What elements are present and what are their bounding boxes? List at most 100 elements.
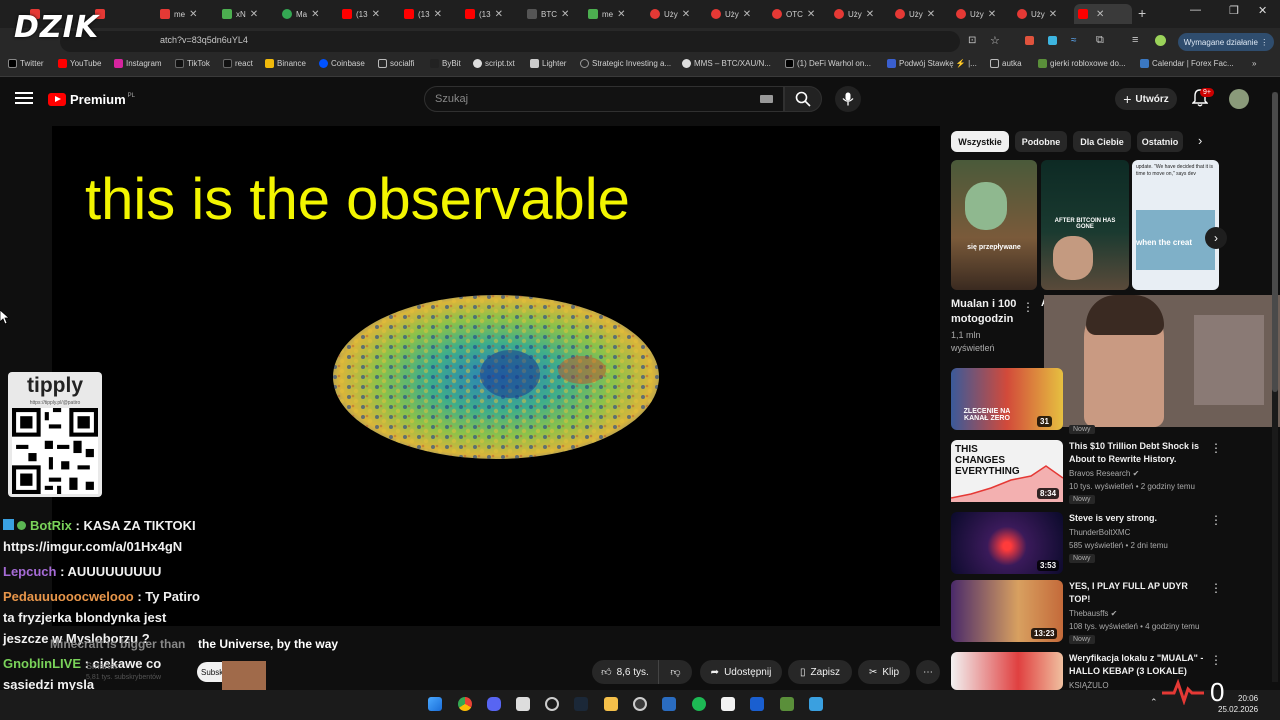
required-action-button[interactable]: Wymagane działanie ⋮: [1178, 33, 1274, 51]
windows-start-icon[interactable]: [428, 697, 442, 711]
account-avatar[interactable]: [1229, 89, 1249, 109]
bookmark-folder[interactable]: autka: [990, 59, 1022, 68]
chip-related[interactable]: Podobne: [1015, 131, 1067, 152]
tab-close-icon[interactable]: ✕: [495, 9, 503, 20]
short-title[interactable]: Mualan i 100 motogodzin: [951, 297, 1021, 327]
url-text[interactable]: atch?v=83q5dn6uYL4: [160, 35, 248, 45]
rec-title[interactable]: YES, I PLAY FULL AP UDYR TOP!: [1069, 580, 1205, 606]
page-scrollbar[interactable]: [1272, 92, 1278, 682]
bookmark-item[interactable]: ByBit: [430, 59, 461, 68]
dislike-button[interactable]: 👎︎: [658, 660, 692, 684]
tab-close-icon[interactable]: ✕: [1049, 9, 1057, 20]
browser-tab[interactable]: me ✕: [588, 4, 638, 24]
spotify-icon[interactable]: [692, 697, 706, 711]
chip-recent[interactable]: Ostatnio: [1137, 131, 1183, 152]
notepad-icon[interactable]: [809, 697, 823, 711]
scrollbar-thumb[interactable]: [1272, 92, 1278, 392]
bookmark-item[interactable]: TikTok: [175, 59, 210, 68]
discord-icon[interactable]: [487, 697, 501, 711]
short-thumbnail[interactable]: się przepływane: [951, 160, 1037, 290]
rec-channel[interactable]: ThunderBoltXMC: [1069, 528, 1130, 537]
rec-more-icon[interactable]: ⋮: [1210, 441, 1222, 455]
rec-thumbnail[interactable]: ZLECENIE NA KANAŁ ZERO 31: [951, 368, 1063, 430]
bookmark-item[interactable]: Podwój Stawkę ⚡ |...: [887, 59, 977, 68]
extension-icon[interactable]: [1048, 36, 1057, 45]
chips-next-chevron-icon[interactable]: ›: [1198, 133, 1202, 148]
search-input[interactable]: Szukaj: [424, 86, 784, 112]
chip-all[interactable]: Wszystkie: [951, 131, 1009, 152]
rec-channel[interactable]: Bravos Research ✔: [1069, 469, 1139, 478]
browser-tab[interactable]: Uży ✕: [1017, 4, 1067, 24]
rec-title[interactable]: Weryfikacja lokalu z "MUALA" - HALLO KEB…: [1069, 652, 1205, 678]
tab-close-icon[interactable]: ✕: [988, 9, 996, 20]
tab-search-icon[interactable]: ≡: [1132, 34, 1138, 46]
tab-close-icon[interactable]: ✕: [189, 9, 197, 20]
minimize-icon[interactable]: —: [1190, 4, 1201, 16]
rec-more-icon[interactable]: ⋮: [1210, 513, 1222, 527]
bookmark-folder[interactable]: socialfi: [378, 59, 414, 68]
tab-close-icon[interactable]: ✕: [1096, 9, 1104, 20]
browser-tab[interactable]: Uży ✕: [895, 4, 945, 24]
youtube-premium-logo[interactable]: Premium PL: [48, 92, 135, 107]
tab-close-icon[interactable]: ✕: [372, 9, 380, 20]
chrome-icon[interactable]: [458, 697, 472, 711]
bookmark-item[interactable]: Coinbase: [319, 59, 365, 68]
tab-close-icon[interactable]: ✕: [682, 9, 690, 20]
hamburger-menu-icon[interactable]: [15, 92, 33, 106]
short-thumbnail[interactable]: AFTER BITCOIN HAS GONE: [1041, 160, 1129, 290]
short-thumbnail[interactable]: update. "We have decided that it is time…: [1132, 160, 1219, 290]
browser-tab[interactable]: OTC ✕: [772, 4, 822, 24]
short-more-icon[interactable]: ⋮: [1022, 300, 1034, 314]
bookmark-item[interactable]: react: [223, 59, 253, 68]
bookmark-item[interactable]: Strategic Investing a...: [580, 59, 671, 68]
install-app-icon[interactable]: ⊡: [968, 35, 976, 46]
more-bookmarks-icon[interactable]: »: [1252, 59, 1256, 68]
tab-close-icon[interactable]: ✕: [617, 9, 625, 20]
rec-thumbnail[interactable]: 3:53: [951, 512, 1063, 574]
tab-close-icon[interactable]: ✕: [807, 9, 815, 20]
extension-icon[interactable]: [1025, 36, 1034, 45]
chip-for-you[interactable]: Dla Ciebie: [1073, 131, 1131, 152]
voice-search-button[interactable]: [835, 86, 861, 112]
bookmark-item[interactable]: (1) DeFi Warhol on...: [785, 59, 871, 68]
keyboard-icon[interactable]: [760, 95, 773, 103]
browser-tab[interactable]: (13 ✕: [465, 4, 515, 24]
bookmark-item[interactable]: Lighter: [530, 59, 566, 68]
system-clock[interactable]: 20:06 25.02.2026: [1218, 693, 1258, 715]
rec-channel[interactable]: Thebausffs ✔: [1069, 609, 1117, 618]
clip-button[interactable]: ✂ Klip: [858, 660, 910, 684]
shorts-next-chevron-icon[interactable]: ›: [1205, 227, 1227, 249]
save-button[interactable]: ▯ Zapisz: [788, 660, 852, 684]
rec-channel[interactable]: KSIĄŻULO: [1069, 681, 1109, 690]
browser-tab[interactable]: xN ✕: [222, 4, 272, 24]
rec-title[interactable]: This $10 Trillion Debt Shock is About to…: [1069, 440, 1205, 466]
tab-close-icon[interactable]: ✕: [311, 9, 319, 20]
app-icon[interactable]: [750, 697, 764, 711]
tab-close-icon[interactable]: ✕: [866, 9, 874, 20]
browser-tab[interactable]: (13 ✕: [342, 4, 392, 24]
steam-icon[interactable]: [574, 697, 588, 711]
like-button[interactable]: 👍︎ 8,6 tys.: [592, 660, 658, 684]
restore-icon[interactable]: ❐: [1229, 4, 1239, 17]
bookmark-item[interactable]: gierki robloxowe do...: [1038, 59, 1126, 68]
app-icon[interactable]: [662, 697, 676, 711]
new-tab-plus-icon[interactable]: +: [1138, 5, 1146, 21]
app-icon[interactable]: [633, 697, 647, 711]
minecraft-icon[interactable]: [780, 697, 794, 711]
profile-icon[interactable]: [1155, 35, 1166, 46]
tab-close-icon[interactable]: ✕: [561, 9, 569, 20]
tab-close-icon[interactable]: ✕: [250, 9, 258, 20]
bookmark-item[interactable]: Calendar | Forex Fac...: [1140, 59, 1234, 68]
browser-tab[interactable]: [95, 4, 151, 24]
file-explorer-icon[interactable]: [604, 697, 618, 711]
bookmark-item[interactable]: YouTube: [58, 59, 101, 68]
tray-overflow-icon[interactable]: ⌃: [1150, 697, 1158, 708]
bookmark-item[interactable]: MMS – BTC/XAU/N...: [682, 59, 771, 68]
bookmark-item[interactable]: Instagram: [114, 59, 162, 68]
bookmark-item[interactable]: Binance: [265, 59, 306, 68]
create-button[interactable]: + Utwórz: [1115, 88, 1177, 110]
browser-tab[interactable]: Uży ✕: [956, 4, 1006, 24]
rec-title[interactable]: Steve is very strong.: [1069, 512, 1205, 525]
tab-close-icon[interactable]: ✕: [743, 9, 751, 20]
tab-close-icon[interactable]: ✕: [927, 9, 935, 20]
